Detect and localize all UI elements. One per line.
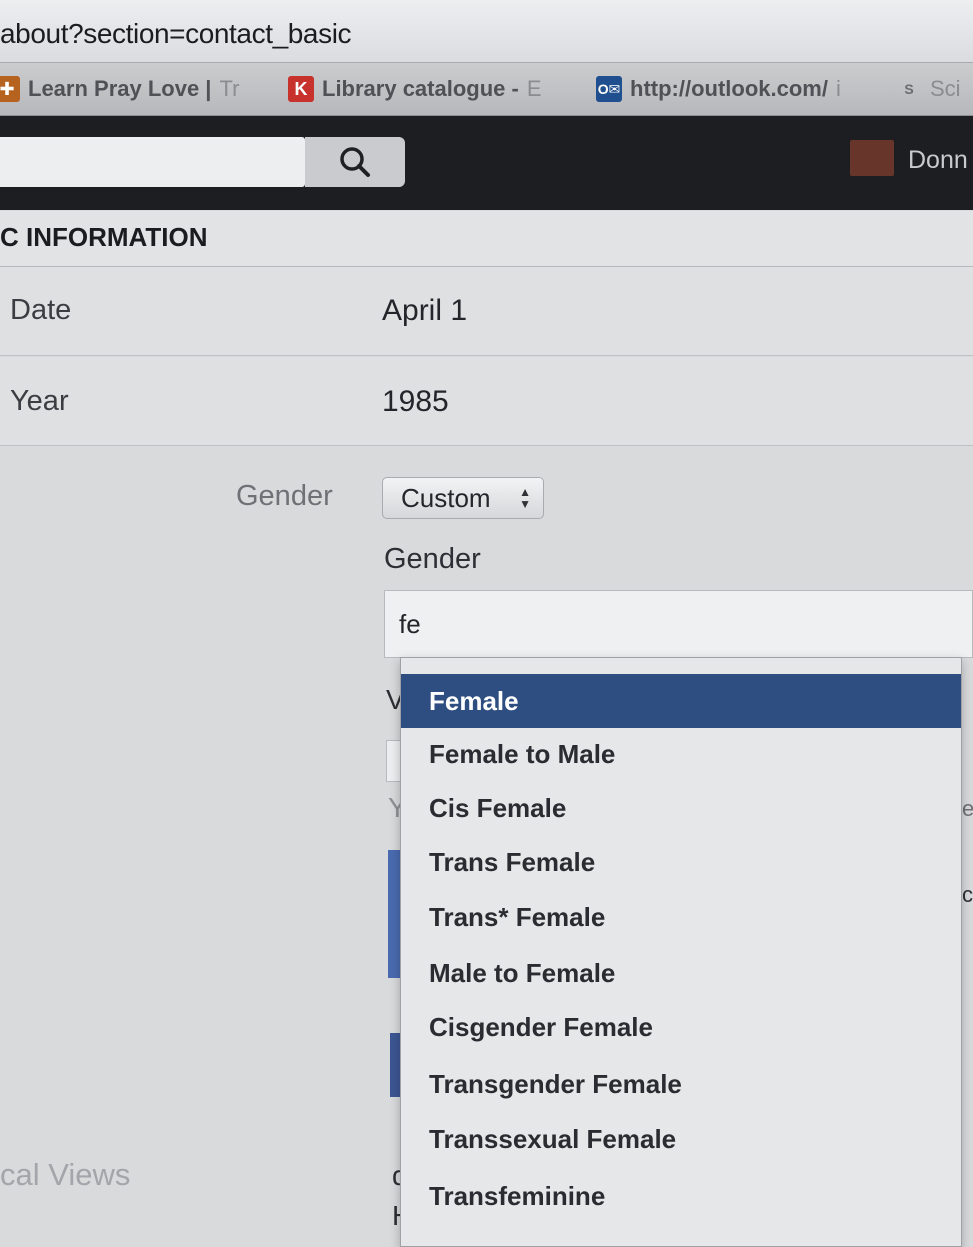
bookmark-label: http://outlook.com/ bbox=[630, 76, 828, 101]
gender-option-trans-star-female[interactable]: Trans* Female bbox=[401, 890, 961, 944]
sciencedirect-icon: S bbox=[904, 81, 914, 97]
bookmark-label: Library catalogue - bbox=[322, 76, 519, 101]
bookmark-arrow-icon: ✚ bbox=[0, 76, 20, 102]
gender-select-value: Custom bbox=[401, 482, 491, 513]
gender-option-female[interactable]: Female bbox=[401, 674, 961, 728]
gender-option-transsexual-female[interactable]: Transsexual Female bbox=[401, 1112, 961, 1166]
profile-name-link[interactable]: Donn bbox=[908, 146, 968, 175]
hidden-label-c: c bbox=[962, 882, 973, 907]
bookmark-sciencedirect[interactable]: S Sci bbox=[896, 76, 961, 102]
library-k-icon: K bbox=[288, 76, 314, 102]
bookmark-learn-pray-love[interactable]: ✚ Learn Pray Love | Tr bbox=[0, 76, 239, 102]
gender-option-female-to-male[interactable]: Female to Male bbox=[401, 727, 961, 781]
gender-option-cisgender-female[interactable]: Cisgender Female bbox=[401, 1000, 961, 1054]
gender-option-male-to-female[interactable]: Male to Female bbox=[401, 946, 961, 1000]
gender-autocomplete-dropdown: Female Female to Male Cis Female Trans F… bbox=[400, 657, 962, 1247]
outlook-icon: O✉ bbox=[596, 76, 622, 102]
bookmark-library-catalogue[interactable]: K Library catalogue - E bbox=[288, 76, 542, 102]
bookmark-label: Sci bbox=[930, 76, 961, 101]
search-input[interactable] bbox=[0, 137, 305, 187]
gender-option-transgender-female[interactable]: Transgender Female bbox=[401, 1057, 961, 1111]
custom-gender-label: Gender bbox=[384, 543, 481, 575]
search-button[interactable] bbox=[305, 137, 405, 187]
bookmark-outlook[interactable]: O✉ http://outlook.com/i bbox=[596, 76, 841, 102]
url-text[interactable]: about?section=contact_basic bbox=[0, 18, 352, 50]
gender-option-cis-female[interactable]: Cis Female bbox=[401, 781, 961, 835]
bookmark-label-fade: E bbox=[526, 76, 542, 101]
avatar[interactable] bbox=[850, 140, 894, 176]
birth-year-label: Year bbox=[10, 385, 69, 417]
gender-select[interactable]: Custom ▲ ▼ bbox=[382, 477, 544, 519]
hidden-label-e: e bbox=[962, 796, 973, 821]
bookmarks-bar: ✚ Learn Pray Love | Tr K Library catalog… bbox=[0, 63, 973, 116]
birth-date-label: Date bbox=[10, 294, 72, 326]
search-icon bbox=[340, 147, 370, 177]
custom-gender-input[interactable]: fe bbox=[384, 590, 973, 658]
select-arrows-icon: ▲ ▼ bbox=[519, 485, 531, 511]
bookmark-label: Learn Pray Love | bbox=[28, 76, 212, 101]
gender-option-transfeminine[interactable]: Transfeminine bbox=[401, 1169, 961, 1223]
birth-year-value: 1985 bbox=[382, 385, 449, 418]
birth-date-value: April 1 bbox=[382, 294, 468, 327]
birth-date-row[interactable] bbox=[0, 267, 973, 356]
gender-option-trans-female[interactable]: Trans Female bbox=[401, 835, 961, 889]
birth-year-row[interactable] bbox=[0, 357, 973, 446]
local-views-label: cal Views bbox=[0, 1157, 131, 1192]
bookmark-label-fade: i bbox=[835, 76, 841, 101]
section-title: C INFORMATION bbox=[0, 222, 208, 252]
bookmark-label-fade: Tr bbox=[219, 76, 240, 101]
gender-label: Gender bbox=[236, 480, 333, 512]
